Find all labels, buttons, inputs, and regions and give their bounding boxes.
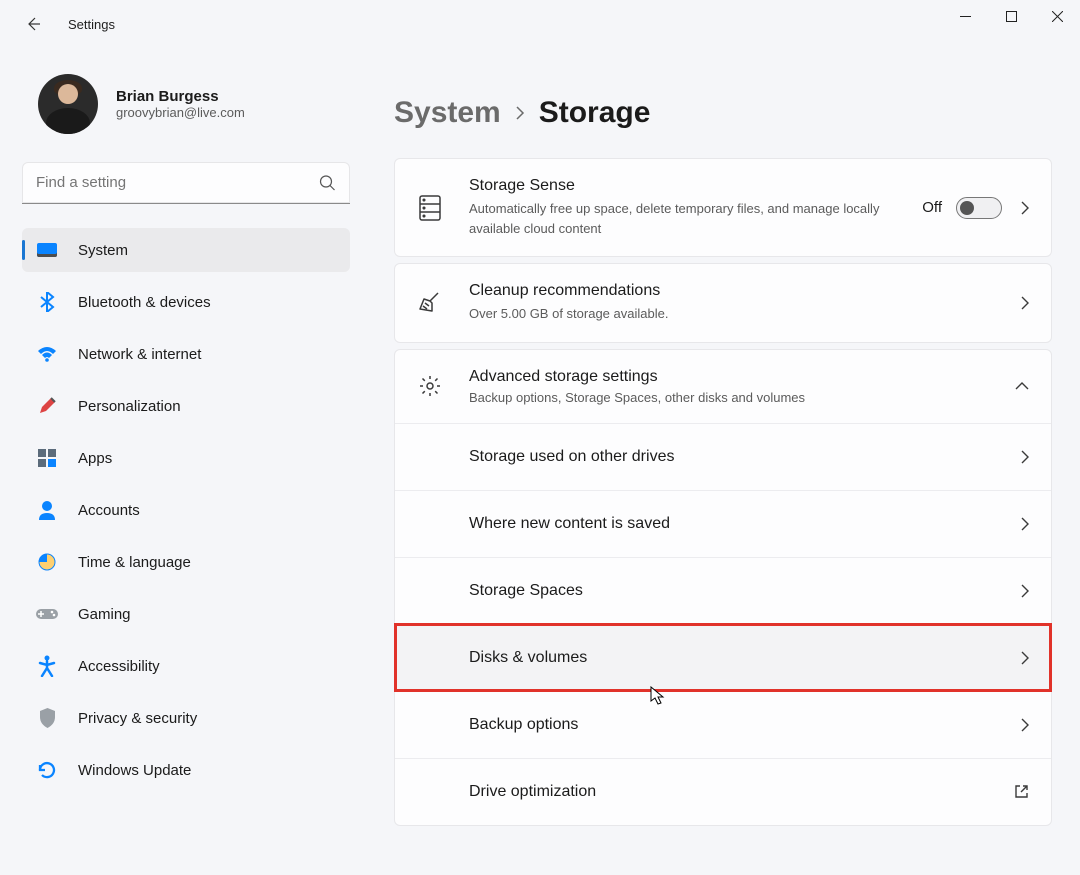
sidebar: Brian Burgess groovybrian@live.com Syste… — [22, 48, 372, 875]
nav-label: Accounts — [78, 502, 140, 519]
close-button[interactable] — [1034, 0, 1080, 32]
nav-label: Time & language — [78, 554, 191, 571]
nav-item-network[interactable]: Network & internet — [22, 332, 350, 376]
chevron-up-icon — [1015, 382, 1029, 391]
apps-icon — [36, 447, 58, 469]
chevron-right-icon — [1020, 450, 1029, 464]
chevron-right-icon — [1020, 296, 1029, 310]
time-icon — [36, 551, 58, 573]
bluetooth-icon — [36, 291, 58, 313]
nav-label: Apps — [78, 450, 112, 467]
subitem-backup-options[interactable]: Backup options — [395, 691, 1051, 758]
user-profile[interactable]: Brian Burgess groovybrian@live.com — [22, 74, 350, 134]
gear-icon — [417, 375, 443, 397]
advanced-storage-group: Advanced storage settings Backup options… — [394, 349, 1052, 826]
nav-item-privacy[interactable]: Privacy & security — [22, 696, 350, 740]
chevron-right-icon — [1020, 718, 1029, 732]
nav-item-accounts[interactable]: Accounts — [22, 488, 350, 532]
nav-item-system[interactable]: System — [22, 228, 350, 272]
titlebar: Settings — [0, 0, 1080, 48]
avatar — [38, 74, 98, 134]
subitem-title: Disks & volumes — [469, 649, 1020, 667]
nav-item-gaming[interactable]: Gaming — [22, 592, 350, 636]
nav-label: Personalization — [78, 398, 181, 415]
system-icon — [36, 239, 58, 261]
subitem-where-new-content[interactable]: Where new content is saved — [395, 490, 1051, 557]
subitem-disks-volumes[interactable]: Disks & volumes — [395, 624, 1051, 691]
accessibility-icon — [36, 655, 58, 677]
storage-sense-card[interactable]: Storage Sense Automatically free up spac… — [394, 158, 1052, 257]
user-email: groovybrian@live.com — [116, 105, 245, 120]
toggle-label: Off — [922, 199, 942, 216]
advanced-storage-header[interactable]: Advanced storage settings Backup options… — [395, 350, 1051, 423]
external-link-icon — [1014, 784, 1029, 799]
breadcrumb-current: Storage — [539, 96, 651, 130]
subitem-title: Backup options — [469, 716, 1020, 734]
card-subtitle: Over 5.00 GB of storage available. — [469, 304, 1020, 324]
privacy-icon — [36, 707, 58, 729]
minimize-button[interactable] — [942, 0, 988, 32]
subitem-title: Storage used on other drives — [469, 448, 1020, 466]
card-title: Cleanup recommendations — [469, 282, 1020, 300]
storage-sense-toggle[interactable] — [956, 197, 1002, 219]
main-content: System Storage Storage Sense Automatical… — [372, 48, 1080, 875]
subitem-title: Storage Spaces — [469, 582, 1020, 600]
chevron-right-icon — [1020, 651, 1029, 665]
nav-item-bluetooth[interactable]: Bluetooth & devices — [22, 280, 350, 324]
subitem-storage-spaces[interactable]: Storage Spaces — [395, 557, 1051, 624]
nav-item-accessibility[interactable]: Accessibility — [22, 644, 350, 688]
nav-label: System — [78, 242, 128, 259]
personalization-icon — [36, 395, 58, 417]
card-title: Advanced storage settings — [469, 368, 1015, 386]
nav-list: System Bluetooth & devices Network & int… — [22, 228, 350, 792]
cleanup-card[interactable]: Cleanup recommendations Over 5.00 GB of … — [394, 263, 1052, 343]
wifi-icon — [36, 343, 58, 365]
app-title: Settings — [68, 17, 115, 32]
nav-item-update[interactable]: Windows Update — [22, 748, 350, 792]
window-controls — [942, 0, 1080, 32]
back-button[interactable] — [16, 16, 50, 32]
nav-item-time[interactable]: Time & language — [22, 540, 350, 584]
nav-label: Bluetooth & devices — [78, 294, 211, 311]
broom-icon — [417, 291, 443, 315]
nav-label: Windows Update — [78, 762, 191, 779]
nav-item-personalization[interactable]: Personalization — [22, 384, 350, 428]
update-icon — [36, 759, 58, 781]
search-icon — [319, 175, 336, 192]
subitem-title: Where new content is saved — [469, 515, 1020, 533]
nav-label: Accessibility — [78, 658, 160, 675]
chevron-right-icon — [515, 106, 525, 120]
subitem-title: Drive optimization — [469, 783, 1014, 801]
user-name: Brian Burgess — [116, 88, 245, 105]
subitem-drive-optimization[interactable]: Drive optimization — [395, 758, 1051, 825]
chevron-right-icon — [1020, 201, 1029, 215]
search-box[interactable] — [22, 162, 350, 204]
breadcrumb-root[interactable]: System — [394, 96, 501, 130]
accounts-icon — [36, 499, 58, 521]
subitem-storage-other-drives[interactable]: Storage used on other drives — [395, 423, 1051, 490]
nav-item-apps[interactable]: Apps — [22, 436, 350, 480]
card-subtitle: Backup options, Storage Spaces, other di… — [469, 390, 1015, 405]
storage-sense-icon — [417, 195, 443, 221]
chevron-right-icon — [1020, 517, 1029, 531]
card-title: Storage Sense — [469, 177, 922, 195]
nav-label: Privacy & security — [78, 710, 197, 727]
nav-label: Gaming — [78, 606, 131, 623]
gaming-icon — [36, 603, 58, 625]
nav-label: Network & internet — [78, 346, 201, 363]
search-input[interactable] — [22, 162, 350, 204]
chevron-right-icon — [1020, 584, 1029, 598]
maximize-button[interactable] — [988, 0, 1034, 32]
card-subtitle: Automatically free up space, delete temp… — [469, 199, 922, 238]
breadcrumb: System Storage — [394, 96, 1052, 130]
